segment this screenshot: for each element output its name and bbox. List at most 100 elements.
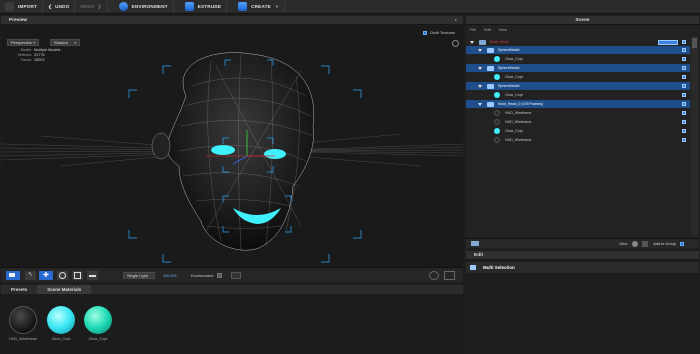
row-checkbox[interactable] (682, 138, 686, 142)
scene-row-model[interactable]: SphereModel (466, 82, 690, 90)
new-folder-icon[interactable] (471, 241, 479, 246)
row-checkbox[interactable] (682, 102, 686, 106)
scene-row-material[interactable]: Glow_Copt (466, 73, 690, 81)
screenshot-icon[interactable] (444, 271, 455, 280)
view-mode-dropdown[interactable]: Perspective ▼ (7, 39, 39, 46)
scene-row-root[interactable]: Kwiri_Head (466, 38, 690, 46)
model-icon (487, 65, 494, 71)
expand-arrow-icon[interactable] (478, 66, 482, 70)
redo-arrow-icon: ❯ (97, 3, 102, 9)
environment-color-swatch[interactable] (231, 272, 241, 279)
3d-viewport[interactable]: Perspective ▼ Shaded ▼ Model: Multiple Mo… (1, 26, 463, 267)
material-preview-ball (9, 306, 37, 334)
scene-scrollbar[interactable] (691, 36, 698, 236)
preview-title: Preview (9, 17, 28, 23)
scene-row-material[interactable]: Glow_Copt (466, 91, 690, 99)
extrude-button[interactable]: EXTRUDE (180, 0, 228, 13)
view-sphere-icon[interactable] (632, 240, 639, 247)
expand-arrow-icon[interactable] (470, 40, 474, 44)
model-icon (487, 83, 494, 89)
zoom-level[interactable]: 100.0% (163, 273, 177, 278)
environment-checkbox[interactable] (217, 273, 222, 278)
scene-row-material[interactable]: Glow_Copt (466, 55, 690, 63)
material-color-swatch (494, 110, 500, 116)
row-checkbox[interactable] (682, 57, 686, 61)
scene-menu-view[interactable]: View (499, 28, 507, 32)
tab-presets[interactable]: Presets (1, 285, 37, 294)
material-swatch-glow-copt[interactable]: Glow_Copt (46, 306, 76, 341)
chevron-down-icon: ▼ (274, 4, 280, 9)
select-tool-button[interactable]: ↖ (25, 271, 36, 280)
scrollbar-thumb[interactable] (692, 38, 697, 48)
scene-row-label: SphereModel (498, 48, 520, 52)
scene-row-model[interactable]: SphereModel (466, 46, 690, 54)
expand-arrow-icon[interactable] (478, 48, 482, 52)
extrude-label: EXTRUDE (197, 4, 222, 9)
material-swatch-hud-wireframe[interactable]: HUD_Wireframe (8, 306, 38, 341)
scene-menu-edit[interactable]: Edit (484, 28, 491, 32)
row-checkbox[interactable] (682, 120, 686, 124)
globe-icon (118, 2, 128, 11)
move-tool-button[interactable]: ✚ (39, 271, 53, 280)
scene-row-material[interactable]: HUD_Wireframe (466, 136, 690, 144)
edit-title: Edit (474, 252, 484, 258)
row-checkbox[interactable] (682, 129, 686, 133)
row-checkbox[interactable] (682, 40, 686, 44)
material-label: Glow_Copt (51, 337, 71, 341)
row-checkbox[interactable] (682, 75, 686, 79)
head-wireframe-render (1, 52, 463, 263)
cube-icon (238, 2, 248, 11)
draft-textures-toggle[interactable]: Draft Textures (423, 30, 455, 35)
visibility-toggle[interactable] (658, 39, 678, 45)
redo-button[interactable]: REDO ❯ (75, 0, 108, 13)
row-checkbox[interactable] (682, 111, 686, 115)
scene-row-model[interactable]: SphereModel (466, 64, 690, 72)
material-label: HUD_Wireframe (9, 337, 37, 341)
scene-row-label: Glow_Copt (505, 129, 523, 133)
environment-label: Environment (191, 273, 214, 278)
row-checkbox[interactable] (682, 66, 686, 70)
folder-icon (479, 39, 486, 45)
model-stats: Model: Multiple Models Vertices: 31776 Fac… (9, 48, 60, 63)
scene-row-material[interactable]: HUD_Wireframe (466, 109, 690, 117)
camera-button[interactable] (6, 271, 20, 280)
edit-panel-header: Edit (466, 251, 699, 260)
ruler-tool-button[interactable] (87, 271, 98, 280)
expand-arrow-icon[interactable] (478, 84, 482, 88)
scene-row-label: Glow_Copt (505, 93, 523, 97)
create-button[interactable]: CREATE ▼ (233, 0, 286, 13)
row-checkbox[interactable] (682, 48, 686, 52)
scene-row-label: Glow_Copt (505, 75, 523, 79)
scene-row-material[interactable]: Glow_Copt (466, 127, 690, 135)
render-icon[interactable] (429, 271, 439, 280)
material-color-swatch (494, 119, 500, 125)
row-checkbox[interactable] (682, 84, 686, 88)
environment-button[interactable]: ENVIRONMENT (114, 0, 174, 13)
panel-resize-icon[interactable]: ▸ (455, 17, 457, 22)
group-icon[interactable] (642, 240, 649, 247)
draft-textures-checkbox[interactable] (423, 30, 428, 35)
faces-stat-value: 15002 (34, 58, 45, 62)
tab-scene-materials[interactable]: Scene Materials (37, 285, 92, 294)
add-to-group-checkbox[interactable] (679, 241, 684, 246)
row-checkbox[interactable] (682, 93, 686, 97)
shade-mode-dropdown[interactable]: Shaded ▼ (50, 39, 80, 46)
scene-row-model[interactable]: Kwiri_Head_0 (109 Frames) (466, 100, 690, 108)
material-color-swatch (494, 74, 500, 80)
import-label: IMPORT (18, 4, 38, 9)
reset-view-icon[interactable] (452, 40, 459, 47)
scene-menu-file[interactable]: File (470, 28, 476, 32)
undo-button[interactable]: ❮ UNDO (43, 0, 76, 13)
add-to-group-button[interactable]: Add to Group (653, 242, 676, 246)
material-swatch-glow-copt-2[interactable]: Glow_Copt (83, 306, 113, 341)
import-button[interactable]: IMPORT (0, 0, 44, 13)
material-preview-ball (84, 306, 112, 334)
scale-icon (74, 272, 81, 279)
import-icon (5, 2, 14, 11)
scale-tool-button[interactable] (72, 271, 83, 280)
light-mode-dropdown[interactable]: Single Light (123, 272, 155, 279)
light-mode-value: Single Light (127, 273, 148, 278)
rotate-tool-button[interactable] (57, 271, 68, 280)
expand-arrow-icon[interactable] (478, 102, 482, 106)
scene-row-material[interactable]: HUD_Wireframe (466, 118, 690, 126)
